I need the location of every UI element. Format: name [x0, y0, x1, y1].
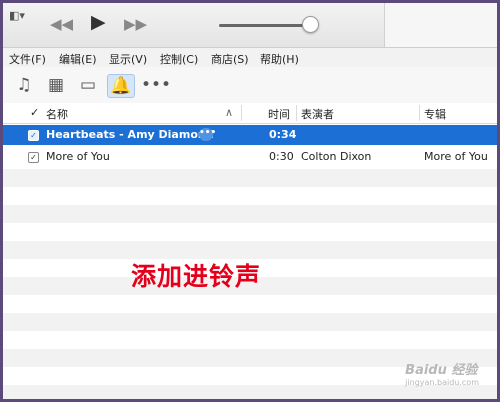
- play-icon[interactable]: ▶: [91, 13, 106, 32]
- media-kind-bar: ♫ ▦ ▭ 🔔 •••: [3, 67, 497, 104]
- track-name: More of You: [46, 150, 110, 163]
- player-bar: ◧▾ ◀◀ ▶ ▶▶: [3, 3, 497, 48]
- column-name[interactable]: 名称: [46, 106, 68, 122]
- track-row[interactable]: ✓ Heartbeats - Amy Diamond ••• 0:34: [3, 125, 497, 145]
- track-name: Heartbeats - Amy Diamond: [46, 128, 214, 141]
- bell-icon[interactable]: 🔔: [107, 74, 135, 98]
- track-more-icon[interactable]: •••: [199, 128, 216, 141]
- column-divider: [419, 105, 420, 121]
- sort-ascending-icon[interactable]: ∧: [225, 106, 233, 119]
- column-album[interactable]: 专辑: [424, 106, 446, 122]
- empty-row: [3, 313, 497, 331]
- track-artist: Colton Dixon: [301, 150, 372, 163]
- window-menu-icon[interactable]: ◧▾: [9, 9, 25, 22]
- volume-knob[interactable]: [302, 16, 319, 33]
- status-display: [384, 3, 497, 47]
- watermark-main: Baidu 经验: [405, 363, 478, 378]
- fast-forward-icon[interactable]: ▶▶: [124, 15, 147, 33]
- menu-help[interactable]: 帮助(H): [260, 51, 299, 67]
- track-checkbox[interactable]: ✓: [28, 130, 39, 141]
- watermark-logo: Baidu 经验 jingyan.baidu.com: [405, 359, 479, 387]
- column-divider: [241, 105, 242, 121]
- empty-row: [3, 205, 497, 223]
- watermark-url: jingyan.baidu.com: [405, 378, 479, 387]
- track-time: 0:34: [269, 128, 297, 141]
- rewind-icon[interactable]: ◀◀: [50, 15, 73, 33]
- more-icon[interactable]: •••: [141, 74, 171, 96]
- empty-row: [3, 169, 497, 187]
- menu-file[interactable]: 文件(F): [9, 51, 46, 67]
- column-header: ✓ 名称 ∧ 时间 表演者 专辑: [3, 103, 497, 124]
- track-checkbox[interactable]: ✓: [28, 152, 39, 163]
- film-icon[interactable]: ▦: [43, 74, 69, 96]
- track-album: More of You: [424, 150, 488, 163]
- column-time[interactable]: 时间: [268, 106, 290, 122]
- menu-edit[interactable]: 编辑(E): [59, 51, 97, 67]
- column-check[interactable]: ✓: [30, 106, 39, 119]
- track-time: 0:30: [269, 150, 294, 163]
- itunes-window: ◧▾ ◀◀ ▶ ▶▶ 文件(F) 编辑(E) 显示(V) 控制(C) 商店(S)…: [3, 3, 497, 399]
- column-artist[interactable]: 表演者: [301, 106, 334, 122]
- menu-view[interactable]: 显示(V): [109, 51, 147, 67]
- volume-slider[interactable]: [219, 24, 313, 27]
- track-row[interactable]: ✓ More of You 0:30 Colton Dixon More of …: [3, 147, 497, 167]
- annotation-caption: 添加进铃声: [131, 262, 262, 291]
- column-divider: [296, 105, 297, 121]
- music-note-icon[interactable]: ♫: [11, 74, 37, 96]
- menu-bar: 文件(F) 编辑(E) 显示(V) 控制(C) 商店(S) 帮助(H): [3, 48, 497, 67]
- tv-icon[interactable]: ▭: [75, 74, 101, 96]
- menu-controls[interactable]: 控制(C): [160, 51, 198, 67]
- menu-store[interactable]: 商店(S): [211, 51, 249, 67]
- empty-row: [3, 385, 497, 399]
